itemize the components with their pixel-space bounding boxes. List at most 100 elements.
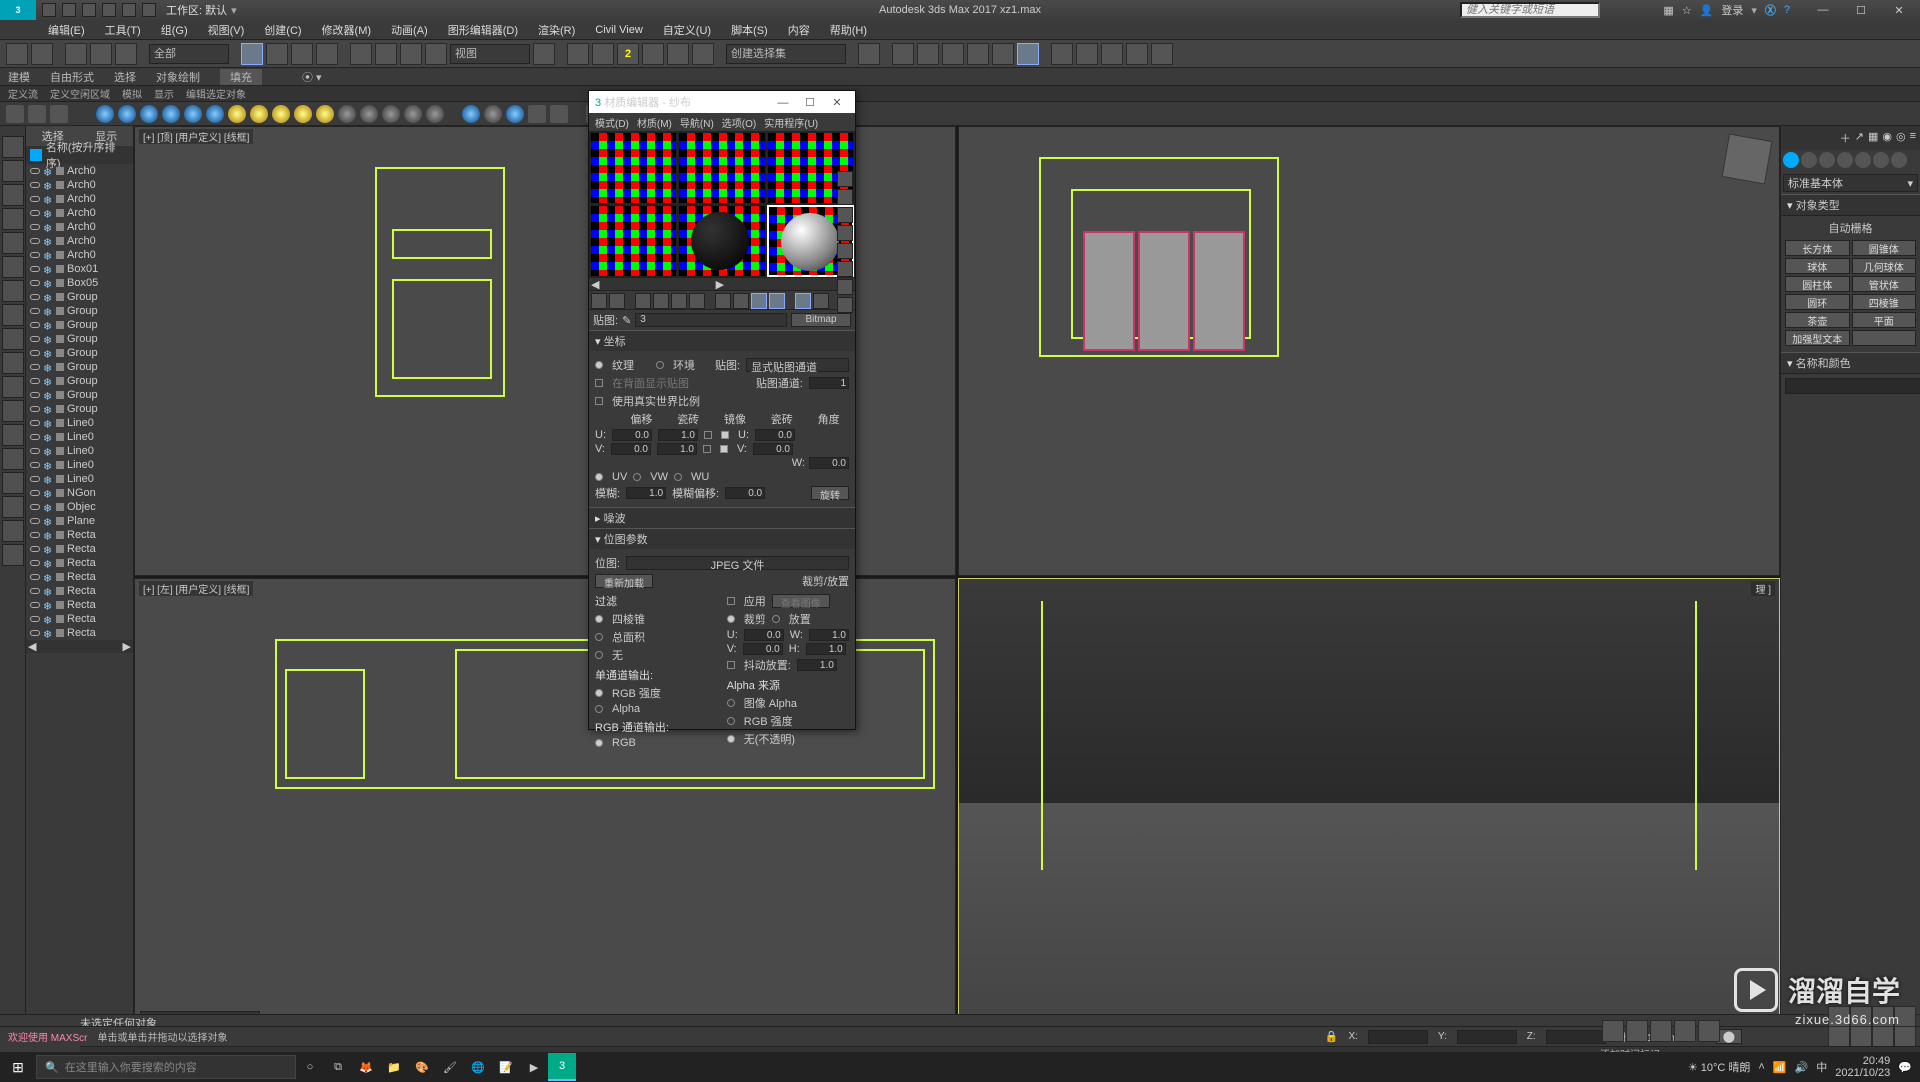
me-assign-icon[interactable] <box>635 293 651 309</box>
sphere3-icon[interactable] <box>506 105 524 123</box>
app4-icon[interactable]: ▶ <box>520 1053 548 1081</box>
ribbon-display[interactable]: 显示 <box>154 86 174 101</box>
cp-plus-icon[interactable]: ＋ <box>1840 130 1851 146</box>
w-angle[interactable] <box>809 457 849 469</box>
menu-views[interactable]: 视图(V) <box>200 22 253 38</box>
me-make-preview-icon[interactable] <box>837 279 853 295</box>
scene-item[interactable]: ❄Group <box>26 388 133 402</box>
me-pick-icon[interactable]: ✎ <box>622 314 631 327</box>
window-crossing-icon[interactable] <box>316 43 338 65</box>
me-rollout-noise[interactable]: ▸ 噪波 <box>589 507 855 528</box>
u-tile-chk[interactable] <box>721 431 729 439</box>
weather-widget[interactable]: ☀ 10°C 晴朗 <box>1688 1059 1751 1075</box>
wu-radio[interactable] <box>674 473 682 481</box>
map-channel-combo[interactable]: 显式贴图通道 <box>746 358 849 372</box>
help-icon[interactable]: ? <box>1784 4 1790 16</box>
v-offset[interactable] <box>611 443 651 455</box>
pivot-icon[interactable] <box>533 43 555 65</box>
sun5-icon[interactable] <box>316 105 334 123</box>
rgb-rgb-radio[interactable] <box>595 739 603 747</box>
cat-systems-icon[interactable] <box>1891 152 1907 168</box>
menu-content[interactable]: 内容 <box>780 22 818 38</box>
menu-edit[interactable]: 编辑(E) <box>40 22 93 38</box>
tray-chevron-icon[interactable]: ˄ <box>1758 1061 1764 1073</box>
scene-item[interactable]: ❄Recta <box>26 570 133 584</box>
app3-icon[interactable]: 📝 <box>492 1053 520 1081</box>
workspace-selector[interactable]: 工作区: 默认 <box>166 2 227 18</box>
crop-h[interactable] <box>806 643 846 655</box>
me-sample-type-icon[interactable] <box>837 171 853 187</box>
scene-item[interactable]: ❄Arch0 <box>26 206 133 220</box>
u-angle[interactable] <box>755 429 795 441</box>
u-offset[interactable] <box>612 429 652 441</box>
scene-item[interactable]: ❄Line0 <box>26 416 133 430</box>
scene-item[interactable]: ❄Arch0 <box>26 178 133 192</box>
autogrid-check[interactable]: 自动栅格 <box>1785 220 1916 236</box>
ribbon-tab-objectpaint[interactable]: 对象绘制 <box>156 69 200 85</box>
cp-disc1-icon[interactable]: ◉ <box>1882 130 1892 146</box>
cloud-icon[interactable] <box>6 105 24 123</box>
schematic-icon[interactable] <box>992 43 1014 65</box>
bitmap-path-button[interactable]: JPEG 文件 <box>626 556 849 570</box>
tray-notif-icon[interactable]: 💬 <box>1898 1061 1912 1074</box>
me-uvtile-icon[interactable] <box>837 225 853 241</box>
primitive-button[interactable]: 茶壶 <box>1785 312 1850 328</box>
se-scroll-right[interactable]: ▶ <box>123 640 131 653</box>
app2-icon[interactable]: 🖌 <box>436 1053 464 1081</box>
menu-render[interactable]: 渲染(R) <box>530 22 583 38</box>
me-slot-1[interactable] <box>590 132 677 204</box>
me-menu-util[interactable]: 实用程序(U) <box>764 115 818 130</box>
scene-item[interactable]: ❄Recta <box>26 542 133 556</box>
me-name-input[interactable]: 3 <box>635 313 787 327</box>
cp-rollout-objtype[interactable]: ▾ 对象类型 <box>1781 194 1920 216</box>
lt-2-icon[interactable] <box>2 160 24 182</box>
viewport-top-label[interactable]: [+] [顶] [用户定义] [线框] <box>139 129 253 144</box>
plane5-icon[interactable] <box>426 105 444 123</box>
me-goparent-icon[interactable] <box>795 293 811 309</box>
cp-subcategory[interactable]: 标准基本体▾ <box>1783 174 1918 192</box>
se-scroll-left[interactable]: ◀ <box>28 640 36 653</box>
cp-disc2-icon[interactable]: ◎ <box>1896 130 1906 146</box>
start-button[interactable]: ⊞ <box>0 1052 36 1082</box>
taskview-icon[interactable]: ⧉ <box>324 1053 352 1081</box>
scene-item[interactable]: ❄Box05 <box>26 276 133 290</box>
lt-10-icon[interactable] <box>2 352 24 374</box>
goto-start-icon[interactable] <box>1602 1020 1624 1042</box>
primitive-button[interactable]: 四棱锥 <box>1852 294 1917 310</box>
play-icon[interactable] <box>1650 1020 1672 1042</box>
me-close-button[interactable]: ✕ <box>825 96 849 109</box>
scene-item[interactable]: ❄Line0 <box>26 458 133 472</box>
x-input[interactable] <box>1368 1030 1428 1044</box>
next-frame-icon[interactable] <box>1674 1020 1696 1042</box>
plane4-icon[interactable] <box>404 105 422 123</box>
scene-item[interactable]: ❄Recta <box>26 584 133 598</box>
filter-sum-radio[interactable] <box>595 633 603 641</box>
sun1-icon[interactable] <box>228 105 246 123</box>
menu-tools[interactable]: 工具(T) <box>97 22 149 38</box>
menu-group[interactable]: 组(G) <box>153 22 196 38</box>
render-frame-icon[interactable] <box>1076 43 1098 65</box>
primitive-button[interactable] <box>1852 330 1917 346</box>
preset4-icon[interactable] <box>162 105 180 123</box>
primitive-button[interactable]: 长方体 <box>1785 240 1850 256</box>
scene-item[interactable]: ❄Arch0 <box>26 234 133 248</box>
me-background-icon[interactable] <box>837 207 853 223</box>
help-search-input[interactable] <box>1460 2 1600 18</box>
me-scroll-right[interactable]: ▶ <box>716 278 724 290</box>
me-backlight-icon[interactable] <box>837 189 853 205</box>
uv-radio[interactable] <box>595 473 603 481</box>
me-slot-5[interactable] <box>678 205 765 277</box>
cp-grid-icon[interactable]: ▦ <box>1868 130 1878 146</box>
nav-zoomall-icon[interactable] <box>1850 1006 1872 1028</box>
prev-frame-icon[interactable] <box>1626 1020 1648 1042</box>
ribbon-tab-freeform[interactable]: 自由形式 <box>50 69 94 85</box>
me-menu-mode[interactable]: 模式(D) <box>595 115 629 130</box>
viewport-persp-label[interactable]: 理 ] <box>1751 581 1775 596</box>
select-region-icon[interactable] <box>291 43 313 65</box>
mono-alpha-radio[interactable] <box>595 705 603 713</box>
scene-item[interactable]: ❄Line0 <box>26 444 133 458</box>
y-input[interactable] <box>1457 1030 1517 1044</box>
manipulate-icon[interactable] <box>567 43 589 65</box>
render-setup-icon[interactable] <box>1051 43 1073 65</box>
qa-new-icon[interactable] <box>42 3 56 17</box>
